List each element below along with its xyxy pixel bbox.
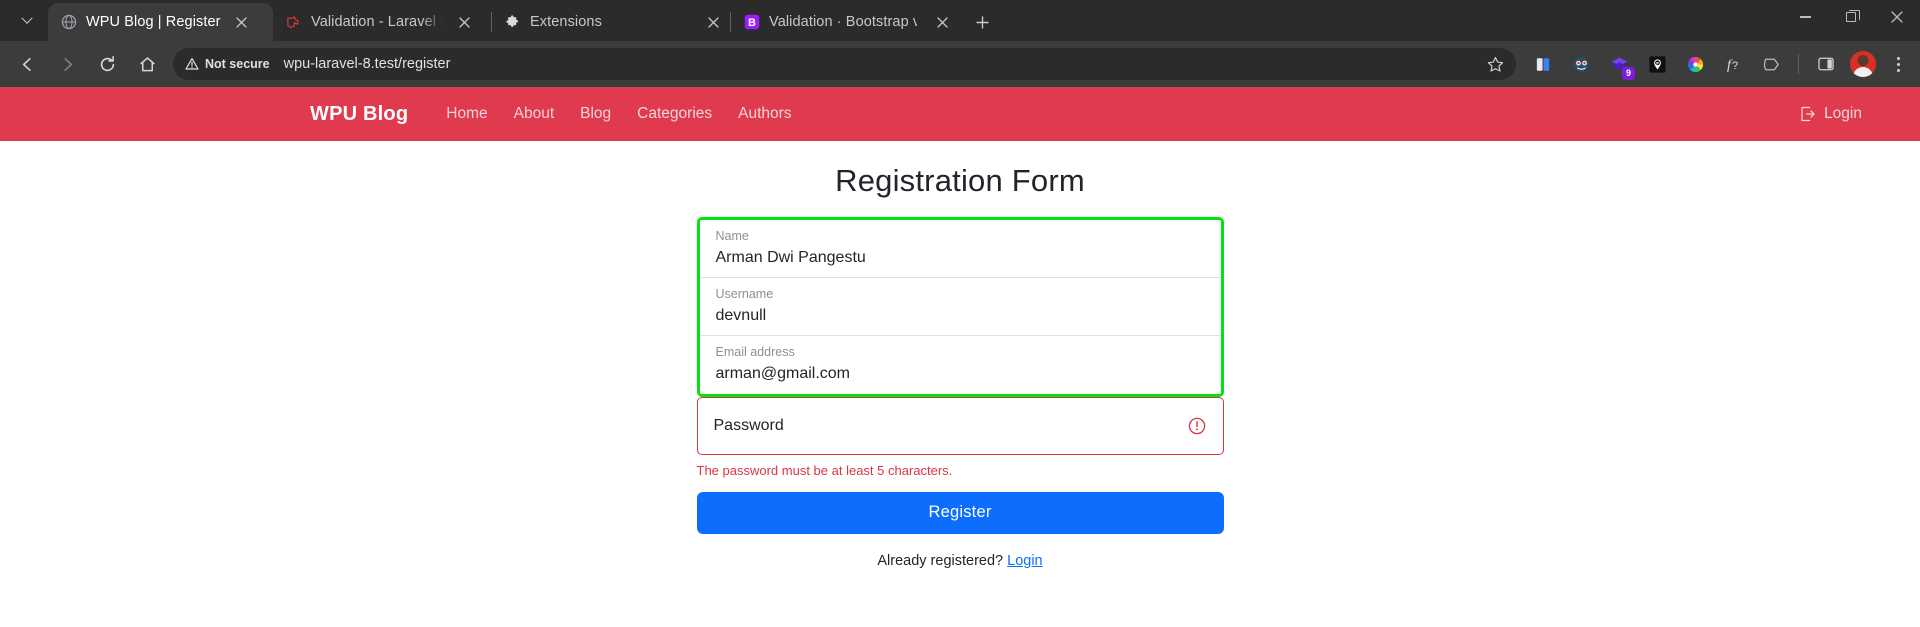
site-navbar: WPU Blog Home About Blog Categories Auth…	[0, 87, 1920, 141]
browser-tab-3-close-icon[interactable]	[702, 11, 724, 33]
browser-window: WPU Blog | Register Validation - Laravel…	[0, 0, 1920, 627]
nav-link-authors[interactable]: Authors	[738, 105, 791, 123]
username-field[interactable]: Username devnull	[700, 278, 1221, 336]
kebab-menu-icon[interactable]	[1883, 49, 1913, 79]
name-field-value: Arman Dwi Pangestu	[716, 246, 1205, 270]
password-error-message: The password must be at least 5 characte…	[697, 463, 1224, 480]
site-security-label: Not secure	[205, 57, 270, 71]
valid-fields-group: Name Arman Dwi Pangestu Username devnull…	[697, 217, 1224, 397]
address-bar[interactable]: Not secure wpu-laravel-8.test/register	[173, 48, 1516, 80]
password-field[interactable]: Password	[697, 397, 1224, 455]
home-icon[interactable]	[130, 47, 164, 81]
svg-text:B: B	[748, 17, 756, 29]
window-maximize-button[interactable]	[1828, 0, 1874, 34]
window-minimize-button[interactable]	[1782, 0, 1828, 34]
username-field-value: devnull	[716, 304, 1205, 328]
browser-tab-4[interactable]: B Validation · Bootstrap v5.3	[731, 3, 959, 41]
font-finder-icon[interactable]: f ?	[1718, 49, 1748, 79]
registration-form: Registration Form Name Arman Dwi Pangest…	[697, 163, 1224, 569]
window-close-button[interactable]	[1874, 0, 1920, 34]
navbar-login-label: Login	[1824, 105, 1862, 123]
browser-tab-4-title: Validation · Bootstrap v5.3	[769, 14, 917, 30]
toolbar-divider	[1798, 54, 1799, 74]
star-icon[interactable]	[1480, 49, 1510, 79]
already-registered-label: Already registered?	[877, 553, 1003, 569]
window-controls	[1782, 0, 1920, 41]
email-field[interactable]: Email address arman@gmail.com	[700, 336, 1221, 394]
page-content: Registration Form Name Arman Dwi Pangest…	[0, 141, 1920, 569]
url-text: wpu-laravel-8.test/register	[280, 56, 1480, 72]
globe-icon	[60, 14, 77, 31]
extension-icons: 9 IP	[1524, 49, 1790, 79]
navbar-right: Login	[1800, 105, 1862, 123]
email-field-value: arman@gmail.com	[716, 362, 1205, 386]
site-security-badge[interactable]: Not secure	[176, 51, 280, 77]
new-tab-button[interactable]	[967, 7, 997, 37]
bootstrap-icon: B	[743, 14, 760, 31]
browser-tab-3-title: Extensions	[530, 14, 602, 30]
login-arrow-icon	[1800, 106, 1816, 122]
svg-text:?: ?	[1732, 60, 1738, 72]
page-title: Registration Form	[697, 163, 1224, 199]
footer-login-link[interactable]: Login	[1007, 553, 1042, 569]
web-page: WPU Blog Home About Blog Categories Auth…	[0, 87, 1920, 627]
tab-strip: WPU Blog | Register Validation - Laravel…	[0, 0, 1920, 41]
browser-toolbar: Not secure wpu-laravel-8.test/register	[0, 41, 1920, 87]
browser-tab-2-title: Validation - Laravel 8.x - The PH	[311, 14, 443, 30]
exclamation-circle-icon	[1188, 417, 1207, 436]
tag-extension-icon[interactable]	[1756, 49, 1786, 79]
forward-arrow-icon[interactable]	[50, 47, 84, 81]
email-field-label: Email address	[716, 345, 1205, 361]
browser-tab-4-close-icon[interactable]	[931, 11, 953, 33]
browser-tab-1-title: WPU Blog | Register	[86, 14, 221, 30]
browser-tab-3[interactable]: Extensions	[492, 3, 730, 41]
username-field-label: Username	[716, 287, 1205, 303]
nav-link-categories[interactable]: Categories	[637, 105, 712, 123]
password-field-label: Password	[714, 418, 784, 434]
ip-lookup-icon[interactable]: IP	[1642, 49, 1672, 79]
site-nav-links: Home About Blog Categories Authors	[446, 105, 791, 123]
emoji-extension-icon[interactable]	[1566, 49, 1596, 79]
color-picker-icon[interactable]	[1680, 49, 1710, 79]
side-panel-icon[interactable]	[1811, 49, 1841, 79]
browser-tab-2[interactable]: Validation - Laravel 8.x - The PH	[273, 3, 491, 41]
browser-tab-2-close-icon[interactable]	[453, 11, 475, 33]
tab-search-button[interactable]	[10, 4, 44, 38]
browser-tab-1[interactable]: WPU Blog | Register	[48, 3, 273, 41]
layers-extension-icon[interactable]: 9	[1604, 49, 1634, 79]
already-registered-text: Already registered? Login	[697, 553, 1224, 569]
navbar-login-link[interactable]: Login	[1800, 105, 1862, 123]
name-field-label: Name	[716, 229, 1205, 245]
browser-tab-1-close-icon[interactable]	[231, 11, 253, 33]
back-arrow-icon[interactable]	[10, 47, 44, 81]
chevron-down-icon	[21, 13, 32, 24]
reload-icon[interactable]	[90, 47, 124, 81]
nav-link-home[interactable]: Home	[446, 105, 487, 123]
extension-badge-count: 9	[1622, 67, 1635, 80]
laravel-icon	[285, 14, 302, 31]
puzzle-piece-icon	[504, 14, 521, 31]
nav-link-blog[interactable]: Blog	[580, 105, 611, 123]
reading-list-icon[interactable]	[1528, 49, 1558, 79]
avatar[interactable]	[1850, 51, 1876, 77]
register-button[interactable]: Register	[697, 492, 1224, 534]
site-brand[interactable]: WPU Blog	[310, 103, 408, 126]
name-field[interactable]: Name Arman Dwi Pangestu	[700, 220, 1221, 278]
nav-link-about[interactable]: About	[514, 105, 555, 123]
